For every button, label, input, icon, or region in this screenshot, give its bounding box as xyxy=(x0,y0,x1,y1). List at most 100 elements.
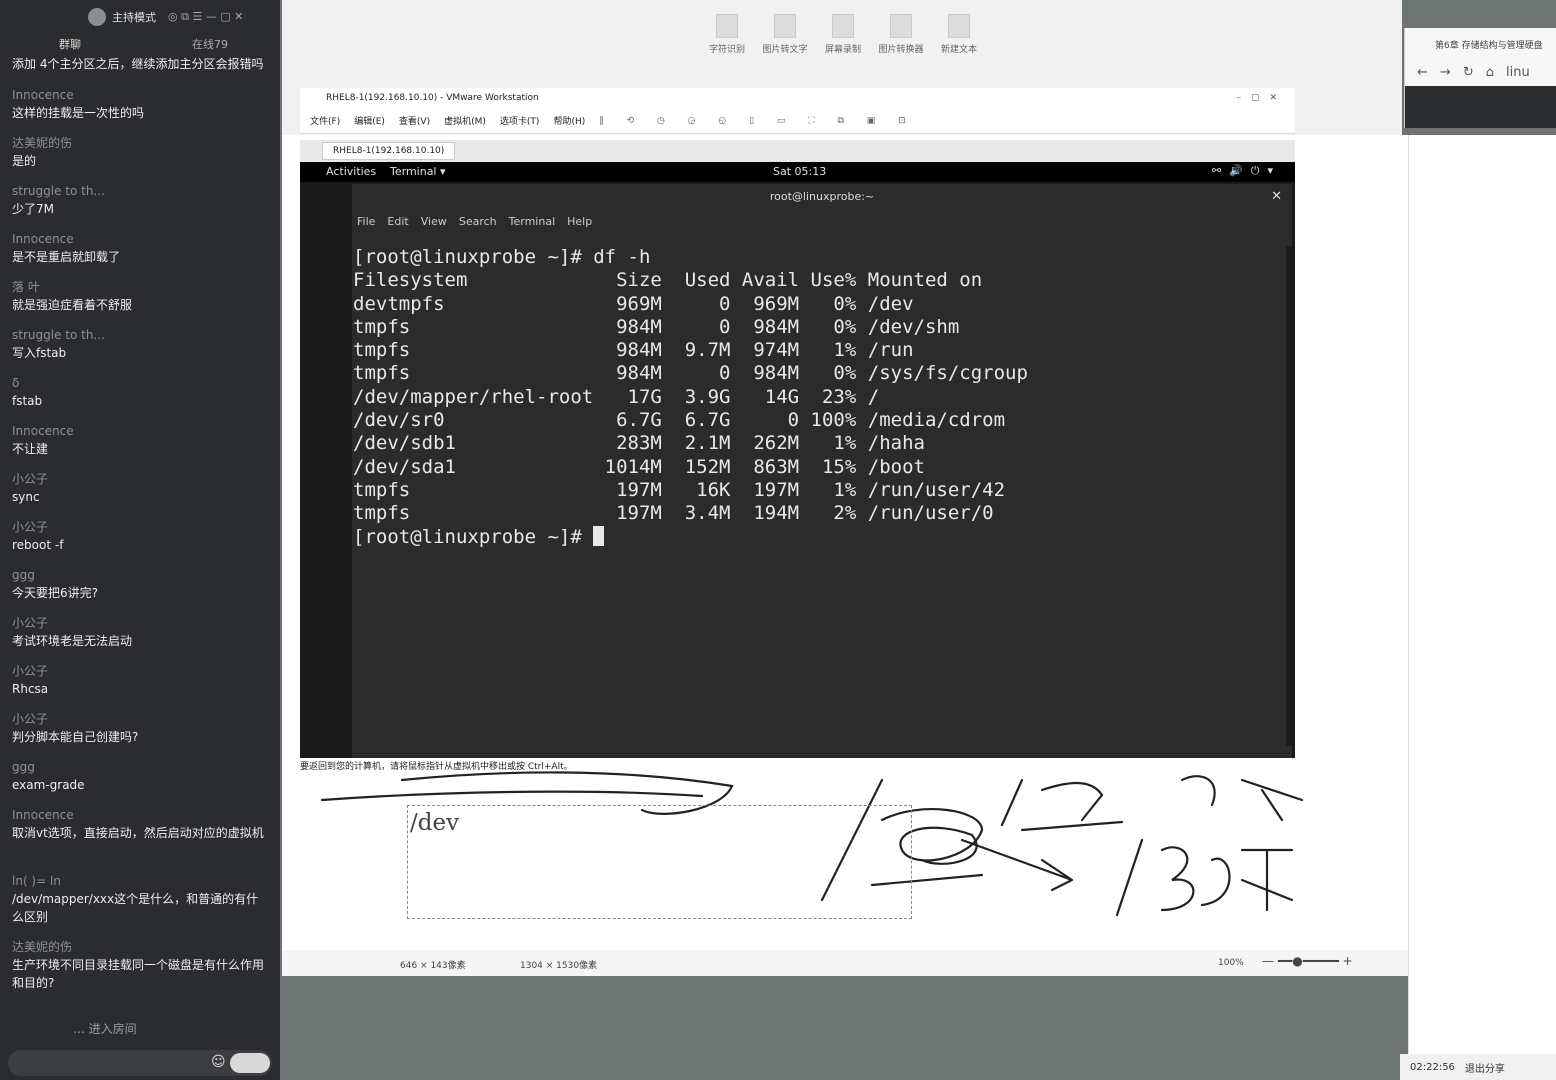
message-text: 这样的挂载是一次性的吗 xyxy=(12,106,145,120)
terminal-line: /dev/mapper/rhel-root 17G 3.9G 14G 23% / xyxy=(353,385,880,408)
guest-display[interactable]: Activities Terminal ▾ Sat 05:13 ⚯🔊⏻▾ roo… xyxy=(300,162,1295,758)
terminal-scrollbar[interactable] xyxy=(1286,246,1292,746)
chat-message: ln( )= ln/dev/mapper/xxx这个是什么，和普通的有什么区别 xyxy=(0,872,280,938)
chat-message: 达美妮的伤 生产环境不同目录挂载同一个磁盘是有什么作用和目的? xyxy=(0,938,280,1004)
clock[interactable]: Sat 05:13 xyxy=(773,165,826,178)
send-button[interactable] xyxy=(230,1053,270,1073)
whiteboard-statusbar: 646 × 143像素 1304 × 1530像素 100% — ━━●━━━━… xyxy=(282,950,1408,976)
message-text: 取消vt选项，直接启动，然后启动对应的虚拟机 xyxy=(12,826,264,840)
selection-size: 646 × 143像素 xyxy=(400,961,466,971)
vm-tab[interactable]: RHEL8-1(192.168.10.10) xyxy=(322,142,456,160)
chat-message: 小公子 sync xyxy=(0,470,280,518)
chat-message: Innocence 取消vt选项，直接启动，然后启动对应的虚拟机 xyxy=(0,806,280,872)
message-user: 小公子 xyxy=(12,712,49,726)
term-menu-view[interactable]: View xyxy=(421,215,447,228)
chat-message: 落 叶就是强迫症看着不舒服 xyxy=(0,278,280,326)
menu-view[interactable]: 查看(V) xyxy=(399,114,430,127)
url-bar[interactable]: linu xyxy=(1506,65,1530,80)
host-avatar xyxy=(88,8,106,26)
chat-message: 小公子判分脚本能自己创建吗? xyxy=(0,710,280,758)
reload-icon[interactable]: ↻ xyxy=(1463,65,1474,80)
zoom-slider[interactable]: — ━━●━━━━━ + xyxy=(1262,954,1353,968)
browser-window: 第6章 存储结构与管理硬盘 ← → ↻ ⌂ linu xyxy=(1404,28,1556,128)
message-text: 写入fstab xyxy=(12,346,67,360)
dev-text-annotation: /dev xyxy=(410,810,460,836)
term-menu-help[interactable]: Help xyxy=(567,215,592,228)
window-controls[interactable]: –▢✕ xyxy=(1236,88,1287,108)
message-user: struggle to th... xyxy=(12,184,105,198)
terminal-line: tmpfs 984M 0 984M 0% /sys/fs/cgroup xyxy=(353,362,1028,385)
message-user: 小公子 xyxy=(12,472,49,486)
term-menu-search[interactable]: Search xyxy=(459,215,497,228)
system-tray-icons[interactable]: ⚯🔊⏻▾ xyxy=(1212,164,1281,178)
term-menu-terminal[interactable]: Terminal xyxy=(509,215,556,228)
message-user: 小公子 xyxy=(12,616,49,630)
desktop-icon[interactable]: 屏幕录制 xyxy=(818,14,868,55)
chat-message: struggle to th... 少了7M xyxy=(0,182,280,230)
emoji-icon[interactable]: ☺ xyxy=(211,1054,226,1070)
desktop-icon[interactable]: 图片转文字 xyxy=(760,14,810,55)
tab-group-chat[interactable]: 群聊 xyxy=(0,34,140,56)
terminal-line: tmpfs 984M 0 984M 0% /dev/shm xyxy=(353,315,960,338)
menu-vm[interactable]: 虚拟机(M) xyxy=(444,114,486,127)
chat-message: 达美妮的伤 是的 xyxy=(0,134,280,182)
vmware-titlebar: RHEL8-1(192.168.10.10) - VMware Workstat… xyxy=(300,88,1295,108)
browser-tab[interactable]: 第6章 存储结构与管理硬盘 xyxy=(1405,28,1556,58)
term-menu-file[interactable]: File xyxy=(357,215,375,228)
terminal-line: devtmpfs 969M 0 969M 0% /dev xyxy=(353,292,914,315)
selection-box[interactable] xyxy=(407,805,912,919)
gnome-topbar: Activities Terminal ▾ Sat 05:13 ⚯🔊⏻▾ xyxy=(300,162,1295,182)
terminal-output[interactable]: [root@linuxprobe ~]# df -h Filesystem Siz… xyxy=(352,234,1286,754)
message-text: reboot -f xyxy=(12,538,64,552)
terminal-line: tmpfs 197M 16K 197M 1% /run/user/42 xyxy=(353,478,1006,501)
chat-message: struggle to th... 写入fstab xyxy=(0,326,280,374)
exit-share-button[interactable]: 退出分享 xyxy=(1465,1060,1505,1075)
settings-icon[interactable]: ◎ ⧉ ☰ — ▢ ✕ xyxy=(168,10,243,24)
terminal-app-menu[interactable]: Terminal ▾ xyxy=(390,165,446,178)
menu-tabs[interactable]: 选项卡(T) xyxy=(500,114,540,127)
chat-message: 小公子考试环境老是无法启动 xyxy=(0,614,280,662)
chat-panel: 主持模式 ◎ ⧉ ☰ — ▢ ✕ 群聊 在线79 添加 4个主分区之后，继续添加… xyxy=(0,0,280,1080)
recording-time: 02:22:56 xyxy=(1410,1061,1455,1073)
terminal-title: root@linuxprobe:~ xyxy=(769,190,875,203)
message-text: 是的 xyxy=(12,154,37,168)
message-text: 判分脚本能自己创建吗? xyxy=(12,730,139,744)
desktop-icon[interactable]: 新建文本 xyxy=(934,14,984,55)
terminal-line: tmpfs 984M 9.7M 974M 1% /run xyxy=(353,339,914,362)
prompt-text: [root@linuxprobe ~]# xyxy=(353,525,594,548)
cursor xyxy=(593,525,605,546)
enter-room-notice: ... 进入房间 xyxy=(73,1022,137,1036)
canvas-size: 1304 × 1530像素 xyxy=(520,961,598,971)
chat-header: 主持模式 ◎ ⧉ ☰ — ▢ ✕ xyxy=(0,0,280,34)
terminal-titlebar: root@linuxprobe:~ ✕ xyxy=(352,184,1292,210)
message-text: 考试环境老是无法启动 xyxy=(12,634,133,648)
toolbar-icons[interactable]: ‖ ⟲ ◷ ◶ ◵ ▯ ▭ ⛶ ⧉ ▣ ⊡ xyxy=(599,116,915,126)
message-partial: 添加 4个主分区之后，继续添加主分区会报错吗 xyxy=(12,57,264,71)
close-icon[interactable]: ✕ xyxy=(1271,184,1282,210)
menu-file[interactable]: 文件(F) xyxy=(310,114,340,127)
menu-edit[interactable]: 编辑(E) xyxy=(354,114,385,127)
menu-help[interactable]: 帮助(H) xyxy=(553,114,585,127)
message-text: exam-grade xyxy=(12,778,85,792)
message-user: Innocence xyxy=(12,88,74,102)
chat-message: ggg 今天要把6讲完? xyxy=(0,566,280,614)
terminal-line: [root@linuxprobe ~]# df -h xyxy=(353,246,651,268)
chat-tabs: 群聊 在线79 xyxy=(0,34,280,56)
message-text: sync xyxy=(12,490,40,504)
message-text: 少了7M xyxy=(12,202,54,216)
back-icon[interactable]: ← xyxy=(1417,65,1428,80)
terminal-prompt: [root@linuxprobe ~]# xyxy=(353,525,1286,549)
tab-online[interactable]: 在线79 xyxy=(140,34,280,56)
message-text: 是不是重启就卸载了 xyxy=(12,250,121,264)
activities-button[interactable]: Activities xyxy=(326,165,376,178)
message-user: 达美妮的伤 xyxy=(12,136,73,150)
recording-bar: 02:22:56 退出分享 xyxy=(1400,1054,1556,1080)
desktop-icon[interactable]: 图片转换器 xyxy=(876,14,926,55)
term-menu-edit[interactable]: Edit xyxy=(387,215,408,228)
chat-message: Innocence 是不是重启就卸载了 xyxy=(0,230,280,278)
forward-icon[interactable]: → xyxy=(1440,65,1451,80)
message-user: 落 叶 xyxy=(12,280,40,294)
home-icon[interactable]: ⌂ xyxy=(1486,65,1494,80)
desktop-icon[interactable]: 字符识别 xyxy=(702,14,752,55)
chat-message: Innocence 这样的挂载是一次性的吗 xyxy=(0,86,280,134)
